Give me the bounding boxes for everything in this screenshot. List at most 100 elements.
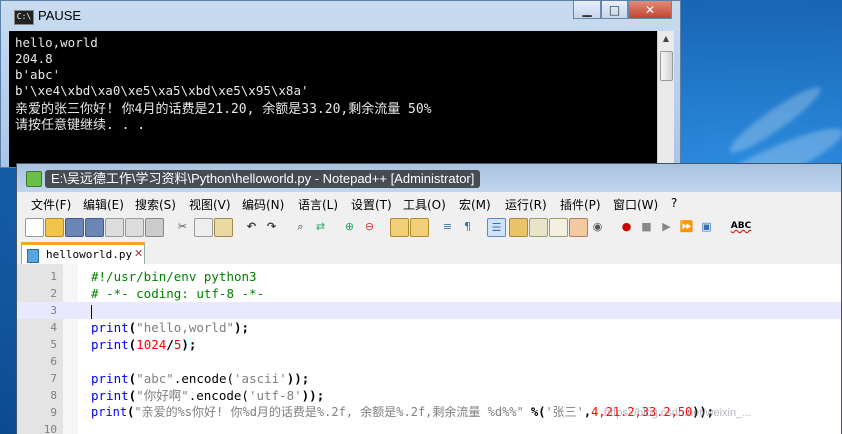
close-file-icon[interactable] — [105, 218, 124, 237]
console-titlebar[interactable]: C:\ PAUSE ▁ □ ✕ — [1, 1, 680, 31]
copy-icon[interactable] — [194, 218, 213, 237]
print-icon[interactable] — [145, 218, 164, 237]
string: 'utf-8' — [248, 388, 302, 403]
save-macro-icon[interactable]: ▣ — [698, 218, 715, 235]
sync-vertical-icon[interactable] — [390, 218, 409, 237]
string: "亲爱的%s你好! 你%d月的话费是%.2f, 余额是%.2f,剩余流量 %d%… — [134, 405, 524, 419]
playback-icon[interactable]: ▶ — [658, 218, 675, 235]
keyword: print — [91, 405, 128, 419]
spell-check-icon[interactable]: ABC — [729, 218, 753, 235]
operator: % — [523, 405, 539, 419]
comment: # -*- coding: utf-8 -*- — [91, 286, 265, 301]
monitoring-icon[interactable]: ◉ — [589, 218, 606, 235]
indent-guide-icon[interactable]: ☰ — [487, 218, 506, 237]
menu-window[interactable]: 窗口(W) — [613, 196, 658, 213]
open-file-icon[interactable] — [45, 218, 64, 237]
method: .encode( — [173, 371, 235, 386]
menu-tools[interactable]: 工具(O) — [403, 196, 446, 213]
doc-map-icon[interactable] — [529, 218, 548, 237]
notepadpp-app-icon — [26, 171, 42, 187]
show-all-characters-icon[interactable]: ¶ — [459, 218, 476, 235]
minimize-button[interactable]: ▁ — [573, 1, 601, 19]
menu-search[interactable]: 搜索(S) — [135, 196, 176, 213]
string: "hello,world" — [136, 320, 235, 335]
line-number: 5 — [50, 338, 57, 351]
string: '张三' — [545, 405, 584, 419]
cut-icon[interactable]: ✂ — [174, 218, 191, 235]
tab-helloworld[interactable]: helloworld.py ✕ — [21, 242, 145, 264]
current-line: 3 — [17, 302, 841, 319]
folder-workspace-icon[interactable] — [569, 218, 588, 237]
operator: / — [166, 337, 174, 352]
keyword: print — [91, 388, 129, 403]
console-output[interactable]: hello,world 204.8 b'abc' b'\xe4\xbd\xa0\… — [9, 31, 659, 167]
stop-record-icon[interactable]: ■ — [638, 218, 655, 235]
close-button[interactable]: ✕ — [628, 1, 672, 19]
toolbar: ✂ ↶ ↷ ⌕ ⇄ ⊕ ⊖ ≡ ¶ ☰ ◉ ● ■ ▶ ⏩ ▣ ABC — [17, 214, 841, 241]
code-text: #!/usr/bin/env python3 — [91, 268, 257, 285]
notepadpp-window[interactable]: E:\吴远德工作\学习资料\Python\helloworld.py - Not… — [16, 163, 842, 434]
menu-view[interactable]: 视图(V) — [189, 196, 231, 213]
code-text: print("你好啊".encode('utf-8')); — [91, 387, 324, 404]
punct: ); — [234, 320, 250, 335]
code-text: print("abc".encode('ascii')); — [91, 370, 309, 387]
close-tab-icon[interactable]: ✕ — [134, 247, 143, 260]
line-number: 10 — [43, 423, 57, 434]
zoom-in-icon[interactable]: ⊕ — [341, 218, 358, 235]
record-macro-icon[interactable]: ● — [618, 218, 635, 235]
zoom-out-icon[interactable]: ⊖ — [361, 218, 378, 235]
sync-horizontal-icon[interactable] — [410, 218, 429, 237]
line-number: 6 — [50, 355, 57, 368]
function-list-icon[interactable] — [549, 218, 568, 237]
code-line: 6 — [17, 353, 841, 370]
menu-plugins[interactable]: 插件(P) — [560, 196, 601, 213]
string: 'ascii' — [234, 371, 287, 386]
maximize-button[interactable]: □ — [601, 1, 628, 19]
line-number: 3 — [50, 304, 57, 317]
console-caption-buttons: ▁ □ ✕ — [573, 1, 672, 21]
keyword: print — [91, 371, 129, 386]
code-line: 5 print(1024/5); — [17, 336, 841, 353]
console-scrollbar[interactable]: ▲ — [657, 31, 674, 167]
console-line: 204.8 — [15, 51, 53, 66]
console-line: b'\xe4\xbd\xa0\xe5\xa5\xbd\xe5\x95\x8a' — [15, 83, 309, 98]
run-multiple-icon[interactable]: ⏩ — [678, 218, 695, 235]
console-title: PAUSE — [38, 8, 82, 23]
menu-run[interactable]: 运行(R) — [505, 196, 547, 213]
new-file-icon[interactable] — [25, 218, 44, 237]
paste-icon[interactable] — [214, 218, 233, 237]
code-line: 4 print("hello,world"); — [17, 319, 841, 336]
code-line: 7 print("abc".encode('ascii')); — [17, 370, 841, 387]
scroll-up-arrow-icon[interactable]: ▲ — [658, 31, 674, 47]
code-text — [91, 302, 92, 319]
close-all-icon[interactable] — [125, 218, 144, 237]
code-text: print("hello,world"); — [91, 319, 249, 336]
undo-icon[interactable]: ↶ — [243, 218, 260, 235]
save-icon[interactable] — [65, 218, 84, 237]
console-line: 请按任意键继续. . . — [15, 118, 146, 133]
redo-icon[interactable]: ↷ — [263, 218, 280, 235]
console-line: b'abc' — [15, 67, 61, 82]
notepadpp-titlebar[interactable]: E:\吴远德工作\学习资料\Python\helloworld.py - Not… — [17, 164, 841, 192]
word-wrap-icon[interactable]: ≡ — [439, 218, 456, 235]
punct: )); — [301, 388, 325, 403]
save-all-icon[interactable] — [85, 218, 104, 237]
scroll-thumb[interactable] — [660, 51, 673, 81]
menu-file[interactable]: 文件(F) — [31, 196, 71, 213]
console-app-icon: C:\ — [14, 10, 34, 25]
find-icon[interactable]: ⌕ — [292, 218, 309, 235]
menu-help[interactable]: ? — [671, 196, 677, 210]
keyword: print — [91, 337, 129, 352]
menu-language[interactable]: 语言(L) — [298, 196, 338, 213]
menu-settings[interactable]: 设置(T) — [351, 196, 392, 213]
menu-macro[interactable]: 宏(M) — [459, 196, 491, 213]
tab-bar: helloworld.py ✕ — [17, 240, 841, 265]
menu-edit[interactable]: 编辑(E) — [83, 196, 124, 213]
code-text: # -*- coding: utf-8 -*- — [91, 285, 264, 302]
method: .encode( — [188, 388, 249, 403]
punct: ); — [181, 337, 197, 352]
console-window[interactable]: C:\ PAUSE ▁ □ ✕ hello,world 204.8 b'abc'… — [0, 0, 681, 168]
user-language-icon[interactable] — [509, 218, 528, 237]
menu-encoding[interactable]: 编码(N) — [242, 196, 284, 213]
replace-icon[interactable]: ⇄ — [312, 218, 329, 235]
